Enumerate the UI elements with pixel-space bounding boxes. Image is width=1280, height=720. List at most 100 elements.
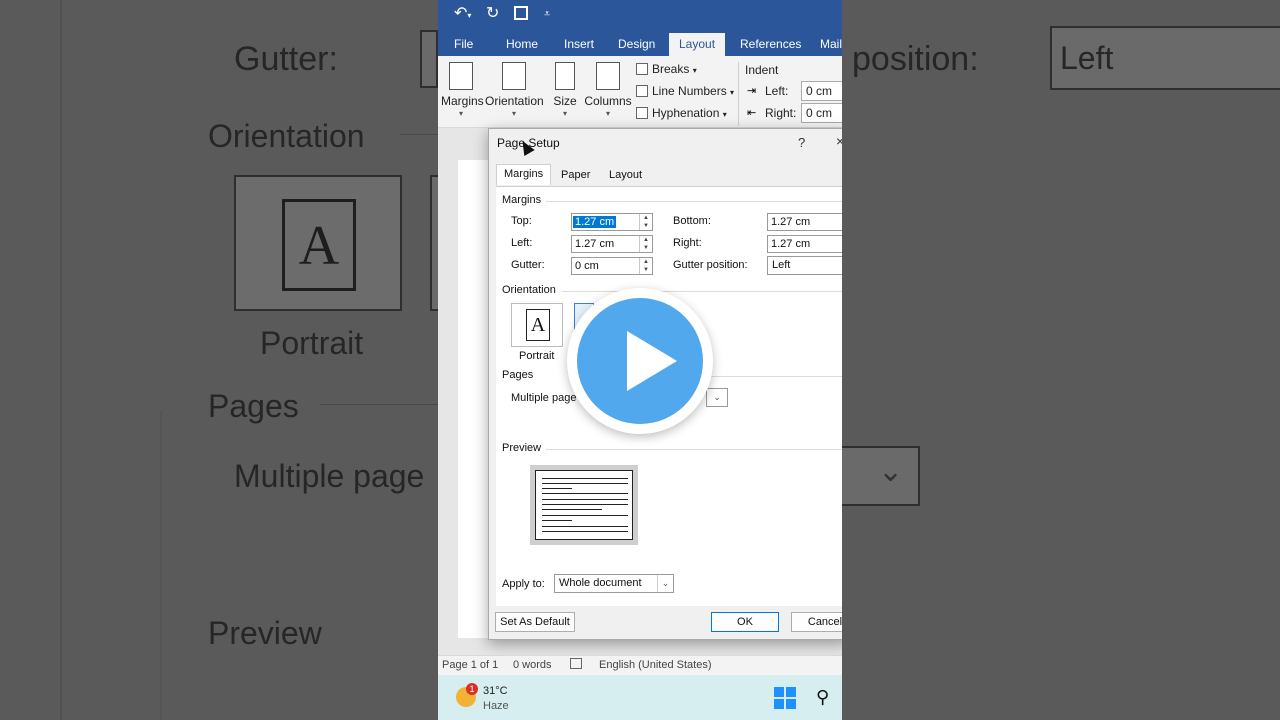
gutter-spinner-icon[interactable]: ▲ ▼ — [639, 258, 652, 274]
indent-right-label: Right: — [765, 106, 797, 120]
bg-divider-left — [60, 0, 62, 720]
line-numbers-button[interactable]: Line Numbers ▾ — [636, 84, 734, 98]
bg-position-label: position: — [852, 40, 979, 78]
taskbar: 1 31°C Haze ⚲ — [438, 675, 842, 720]
bg-gutter-field — [420, 30, 438, 88]
tab-file[interactable]: File — [454, 37, 473, 51]
left-margin-input[interactable]: 1.27 cm ▲ ▼ — [571, 235, 653, 253]
close-icon[interactable]: × — [836, 133, 842, 149]
margins-icon — [449, 62, 473, 90]
orientation-caret-icon: ▾ — [511, 109, 516, 118]
columns-button[interactable]: Columns ▾ — [584, 62, 632, 118]
margins-caret-icon: ▾ — [458, 109, 463, 118]
play-circle — [577, 298, 703, 424]
title-bar: ↶▾ ↻ ⩡ — [438, 0, 842, 30]
multiple-pages-select[interactable]: ⌄ — [706, 388, 728, 407]
hyphenation-button[interactable]: Hyphenation ▾ — [636, 106, 727, 120]
bg-left-value: Left — [1060, 40, 1114, 76]
pages-group-label: Pages — [502, 369, 534, 381]
indent-left-input[interactable]: 0 cm — [801, 81, 842, 101]
size-label: Size — [553, 94, 577, 108]
line-numbers-label: Line Numbers — [652, 84, 727, 98]
indent-right-input[interactable]: 0 cm — [801, 103, 842, 123]
proofing-icon[interactable] — [570, 658, 582, 669]
play-button[interactable] — [567, 288, 713, 434]
apply-to-select[interactable]: Whole document ⌄ — [554, 574, 674, 593]
left-label: Left: — [511, 237, 533, 249]
indent-group: Indent Left: ⇥ 0 cm Right: ⇤ 0 cm — [738, 62, 842, 126]
orientation-group-label: Orientation — [502, 284, 556, 296]
word-count[interactable]: 0 words — [513, 659, 552, 671]
indent-left-icon: ⇥ — [747, 85, 757, 97]
top-spinner-icon[interactable]: ▲ ▼ — [639, 214, 652, 230]
bg-pages-line — [320, 404, 438, 405]
tab-references[interactable]: References — [740, 37, 801, 51]
bg-portrait-box: A — [234, 175, 402, 311]
language[interactable]: English (United States) — [599, 659, 712, 671]
right-label: Right: — [673, 237, 702, 249]
size-button[interactable]: Size ▾ — [550, 62, 580, 118]
gutter-input[interactable]: 0 cm ▲ ▼ — [571, 257, 653, 275]
top-margin-value: 1.27 cm — [573, 216, 617, 228]
save-icon[interactable] — [514, 6, 528, 20]
pages-group-line — [706, 376, 842, 377]
help-icon[interactable]: ? — [798, 135, 805, 150]
bottom-margin-input[interactable]: 1.27 cm — [767, 213, 842, 231]
left-spinner-icon[interactable]: ▲ ▼ — [639, 236, 652, 252]
weather-condition[interactable]: Haze — [483, 700, 509, 712]
margins-group-label: Margins — [502, 194, 542, 206]
temperature[interactable]: 31°C — [483, 685, 508, 697]
columns-label: Columns — [584, 94, 632, 108]
indent-title: Indent — [745, 63, 779, 77]
margins-button[interactable]: Margins ▾ — [441, 62, 484, 118]
tab-mailings[interactable]: Mail — [820, 37, 842, 51]
top-label: Top: — [511, 215, 532, 227]
bg-multiple-pages-label: Multiple page — [234, 458, 425, 494]
page-count[interactable]: Page 1 of 1 — [442, 659, 498, 671]
bg-pages-label: Pages — [208, 388, 299, 424]
windows-start-icon[interactable] — [774, 687, 796, 709]
right-margin-value: 1.27 cm — [771, 238, 811, 250]
set-as-default-button[interactable]: Set As Default — [495, 612, 575, 632]
indent-right-icon: ⇤ — [747, 107, 757, 119]
bg-preview-label: Preview — [208, 615, 322, 651]
multiple-pages-chevron-icon: ⌄ — [713, 392, 721, 402]
tab-paper[interactable]: Paper — [561, 169, 590, 181]
hyphenation-label: Hyphenation — [652, 106, 720, 120]
tab-insert[interactable]: Insert — [564, 37, 594, 51]
preview-group-label: Preview — [502, 442, 542, 454]
ok-button[interactable]: OK — [711, 612, 779, 632]
play-icon — [627, 331, 677, 391]
apply-to-chevron-icon: ⌄ — [657, 575, 673, 592]
columns-caret-icon: ▾ — [605, 109, 610, 118]
portrait-label: Portrait — [519, 350, 555, 362]
customize-caret-icon[interactable]: ⩡ — [544, 5, 550, 23]
weather-badge: 1 — [466, 683, 478, 695]
gutter-position-select[interactable]: Left — [767, 256, 842, 275]
gutter-value: 0 cm — [575, 260, 599, 272]
top-margin-input[interactable]: 1.27 cm ▲ ▼ — [571, 213, 653, 231]
search-icon[interactable]: ⚲ — [816, 687, 829, 708]
bg-gutter-label: Gutter: — [234, 40, 338, 78]
undo-icon[interactable]: ↶▾ — [454, 5, 471, 25]
redo-icon[interactable]: ↻ — [486, 5, 499, 23]
ribbon-tabs: File Home Insert Design Layout Reference… — [438, 30, 842, 56]
gutter-position-label: Gutter position: — [673, 259, 748, 271]
size-caret-icon: ▾ — [562, 109, 567, 118]
bottom-margin-value: 1.27 cm — [771, 216, 811, 228]
tab-margins[interactable]: Margins — [496, 164, 552, 185]
orientation-button[interactable]: Orientation ▾ — [485, 62, 544, 118]
tab-dialog-layout[interactable]: Layout — [609, 169, 642, 181]
left-margin-value: 1.27 cm — [575, 238, 615, 250]
breaks-icon — [636, 63, 648, 75]
cancel-button[interactable]: Cancel — [791, 612, 842, 632]
tab-layout[interactable]: Layout — [669, 33, 726, 56]
right-margin-input[interactable]: 1.27 cm — [767, 235, 842, 253]
preview-thumbnail — [530, 465, 638, 545]
orientation-icon — [502, 62, 526, 90]
tab-design[interactable]: Design — [618, 37, 655, 51]
breaks-button[interactable]: Breaks ▾ — [636, 62, 697, 76]
tab-home[interactable]: Home — [506, 37, 538, 51]
ribbon-layout: Margins ▾ Orientation ▾ Size ▾ Columns ▾… — [438, 56, 842, 128]
portrait-option[interactable]: A — [511, 303, 563, 347]
